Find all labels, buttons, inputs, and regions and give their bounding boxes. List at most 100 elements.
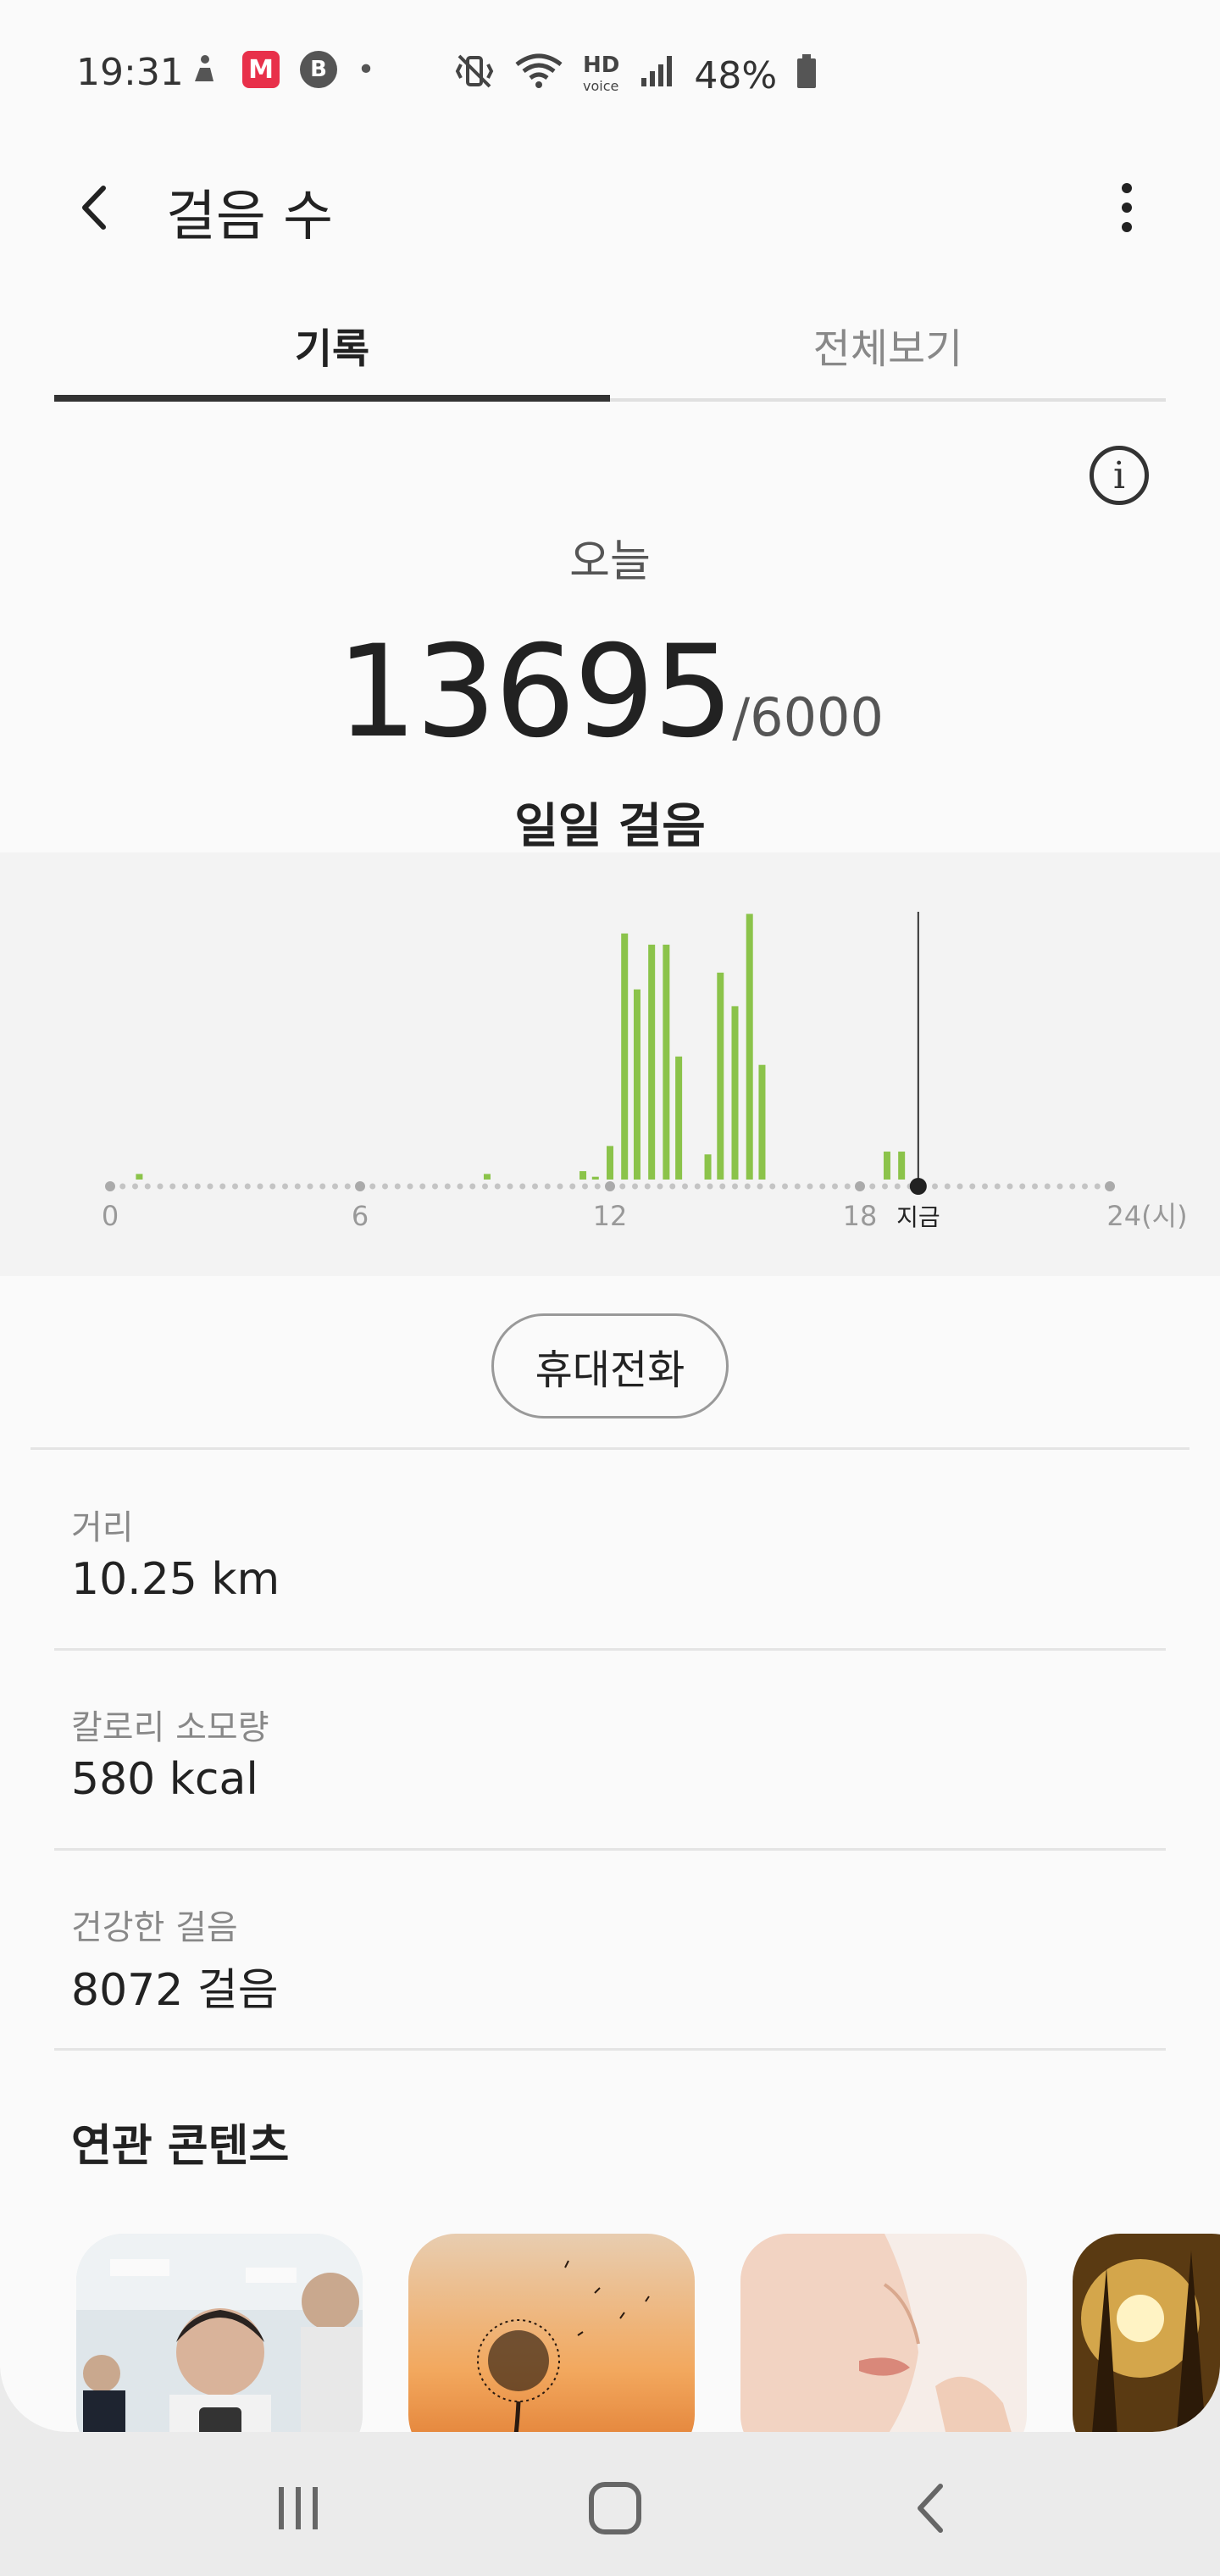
stat-calories-label: 칼로리 소모량 [71,1708,269,1747]
stat-calories-value: 580 kcal [71,1754,258,1805]
baseline-dot [269,1183,276,1190]
tick-label: 12 [593,1200,628,1232]
baseline-dot [319,1183,326,1190]
baseline-dot [444,1183,451,1190]
related-card-4[interactable] [1073,2234,1220,2432]
baseline-dot [782,1183,788,1190]
day-label: 오늘 [569,536,651,587]
baseline-dot [894,1183,901,1190]
related-image-dandelion [408,2234,695,2432]
stat-distance-value: 10.25 km [71,1554,280,1605]
recent-apps-icon [279,2487,318,2529]
chevron-left-icon [82,186,106,230]
tab-overview[interactable]: 전체보기 [610,305,1166,398]
chart-bar [663,944,670,1180]
tick-dot [855,1181,865,1191]
baseline-dot [994,1183,1001,1190]
home-button[interactable] [564,2466,666,2551]
baseline-dot [1082,1183,1088,1190]
chevron-left-icon [918,2484,943,2533]
baseline-dot [1006,1183,1013,1190]
baseline-dot [219,1183,226,1190]
baseline-dot [394,1183,401,1190]
stat-calories: 칼로리 소모량 580 kcal [54,1651,1166,1851]
baseline-dot [1056,1183,1063,1190]
baseline-dot [257,1183,263,1190]
battery-percent: 48% [694,53,778,97]
baseline-dot [432,1183,438,1190]
stat-healthy-steps: 건강한 걸음 8072 걸음 [54,1851,1166,2051]
now-label: 지금 [896,1203,940,1231]
baseline-dot [744,1183,751,1190]
tab-history[interactable]: 기록 [54,305,610,402]
more-options-button[interactable] [1093,169,1161,246]
baseline-dot [169,1183,176,1190]
step-count-value: 13695 [336,619,734,766]
chart-bar [675,1056,683,1180]
baseline-dot [694,1183,701,1190]
tick-dot [605,1181,615,1191]
baseline-dot [307,1183,313,1190]
baseline-dot [407,1183,413,1190]
baseline-dot [707,1183,713,1190]
related-image-person [76,2234,363,2432]
baseline-dot [194,1183,201,1190]
baseline-dot [869,1183,876,1190]
baseline-dot [282,1183,288,1190]
chart-bar [483,1174,491,1180]
chart-bar [136,1174,143,1180]
baseline-dot [482,1183,488,1190]
baseline-dot [232,1183,238,1190]
step-count: 13695/6000 [0,619,1220,766]
baseline-dot [582,1183,588,1190]
chart-bar [621,933,629,1180]
device-filter-button[interactable]: 휴대전화 [491,1313,729,1418]
tick-dot [355,1181,365,1191]
back-button[interactable] [59,169,136,246]
related-image-forest [1073,2234,1220,2432]
baseline-dot [732,1183,738,1190]
status-bar: 19:31 M B • HD voice 48% [0,0,1220,144]
baseline-dot [132,1183,138,1190]
system-back-button[interactable] [881,2466,983,2551]
baseline-dot [882,1183,888,1190]
app-bar: 걸음 수 [0,161,1220,254]
chart-bar [607,1146,613,1180]
signal-icon [638,53,675,98]
related-card-2[interactable] [408,2234,695,2432]
baseline-dot [532,1183,538,1190]
stat-healthy-steps-value: 8072 걸음 [71,1965,279,2016]
accessibility-icon [185,51,222,88]
status-time: 19:31 [76,51,184,94]
related-card-3[interactable] [740,2234,1027,2432]
related-content-title: 연관 콘텐츠 [71,2121,290,2172]
related-card-1[interactable] [76,2234,363,2432]
device-filter-label: 휴대전화 [535,1346,685,1394]
baseline-dot [944,1183,951,1190]
baseline-dot [294,1183,301,1190]
chart-bar [633,989,640,1180]
stat-distance: 거리 10.25 km [54,1451,1166,1651]
app-m-icon: M [242,51,280,88]
baseline-dot [244,1183,251,1190]
page-title: 걸음 수 [166,186,333,248]
tick-label: 24(시) [1106,1200,1187,1232]
baseline-dot [469,1183,476,1190]
chart-bar [580,1171,587,1180]
chart-bar [883,1152,890,1180]
baseline-dot [957,1183,963,1190]
vibrate-icon [454,51,495,100]
chart-bar [704,1154,712,1180]
baseline-dot [619,1183,626,1190]
baseline-dot [682,1183,688,1190]
tick-label: 18 [843,1200,878,1232]
daily-steps-chart[interactable]: 0 6 12 18 24(시) 지금 [0,852,1220,1276]
baseline-dot [657,1183,663,1190]
baseline-dot [457,1183,463,1190]
baseline-dot [794,1183,801,1190]
baseline-dot [207,1183,214,1190]
wifi-icon [513,51,564,100]
tick-dot [1105,1181,1115,1191]
recent-apps-button[interactable] [247,2466,349,2551]
info-button[interactable]: i [1090,446,1149,505]
